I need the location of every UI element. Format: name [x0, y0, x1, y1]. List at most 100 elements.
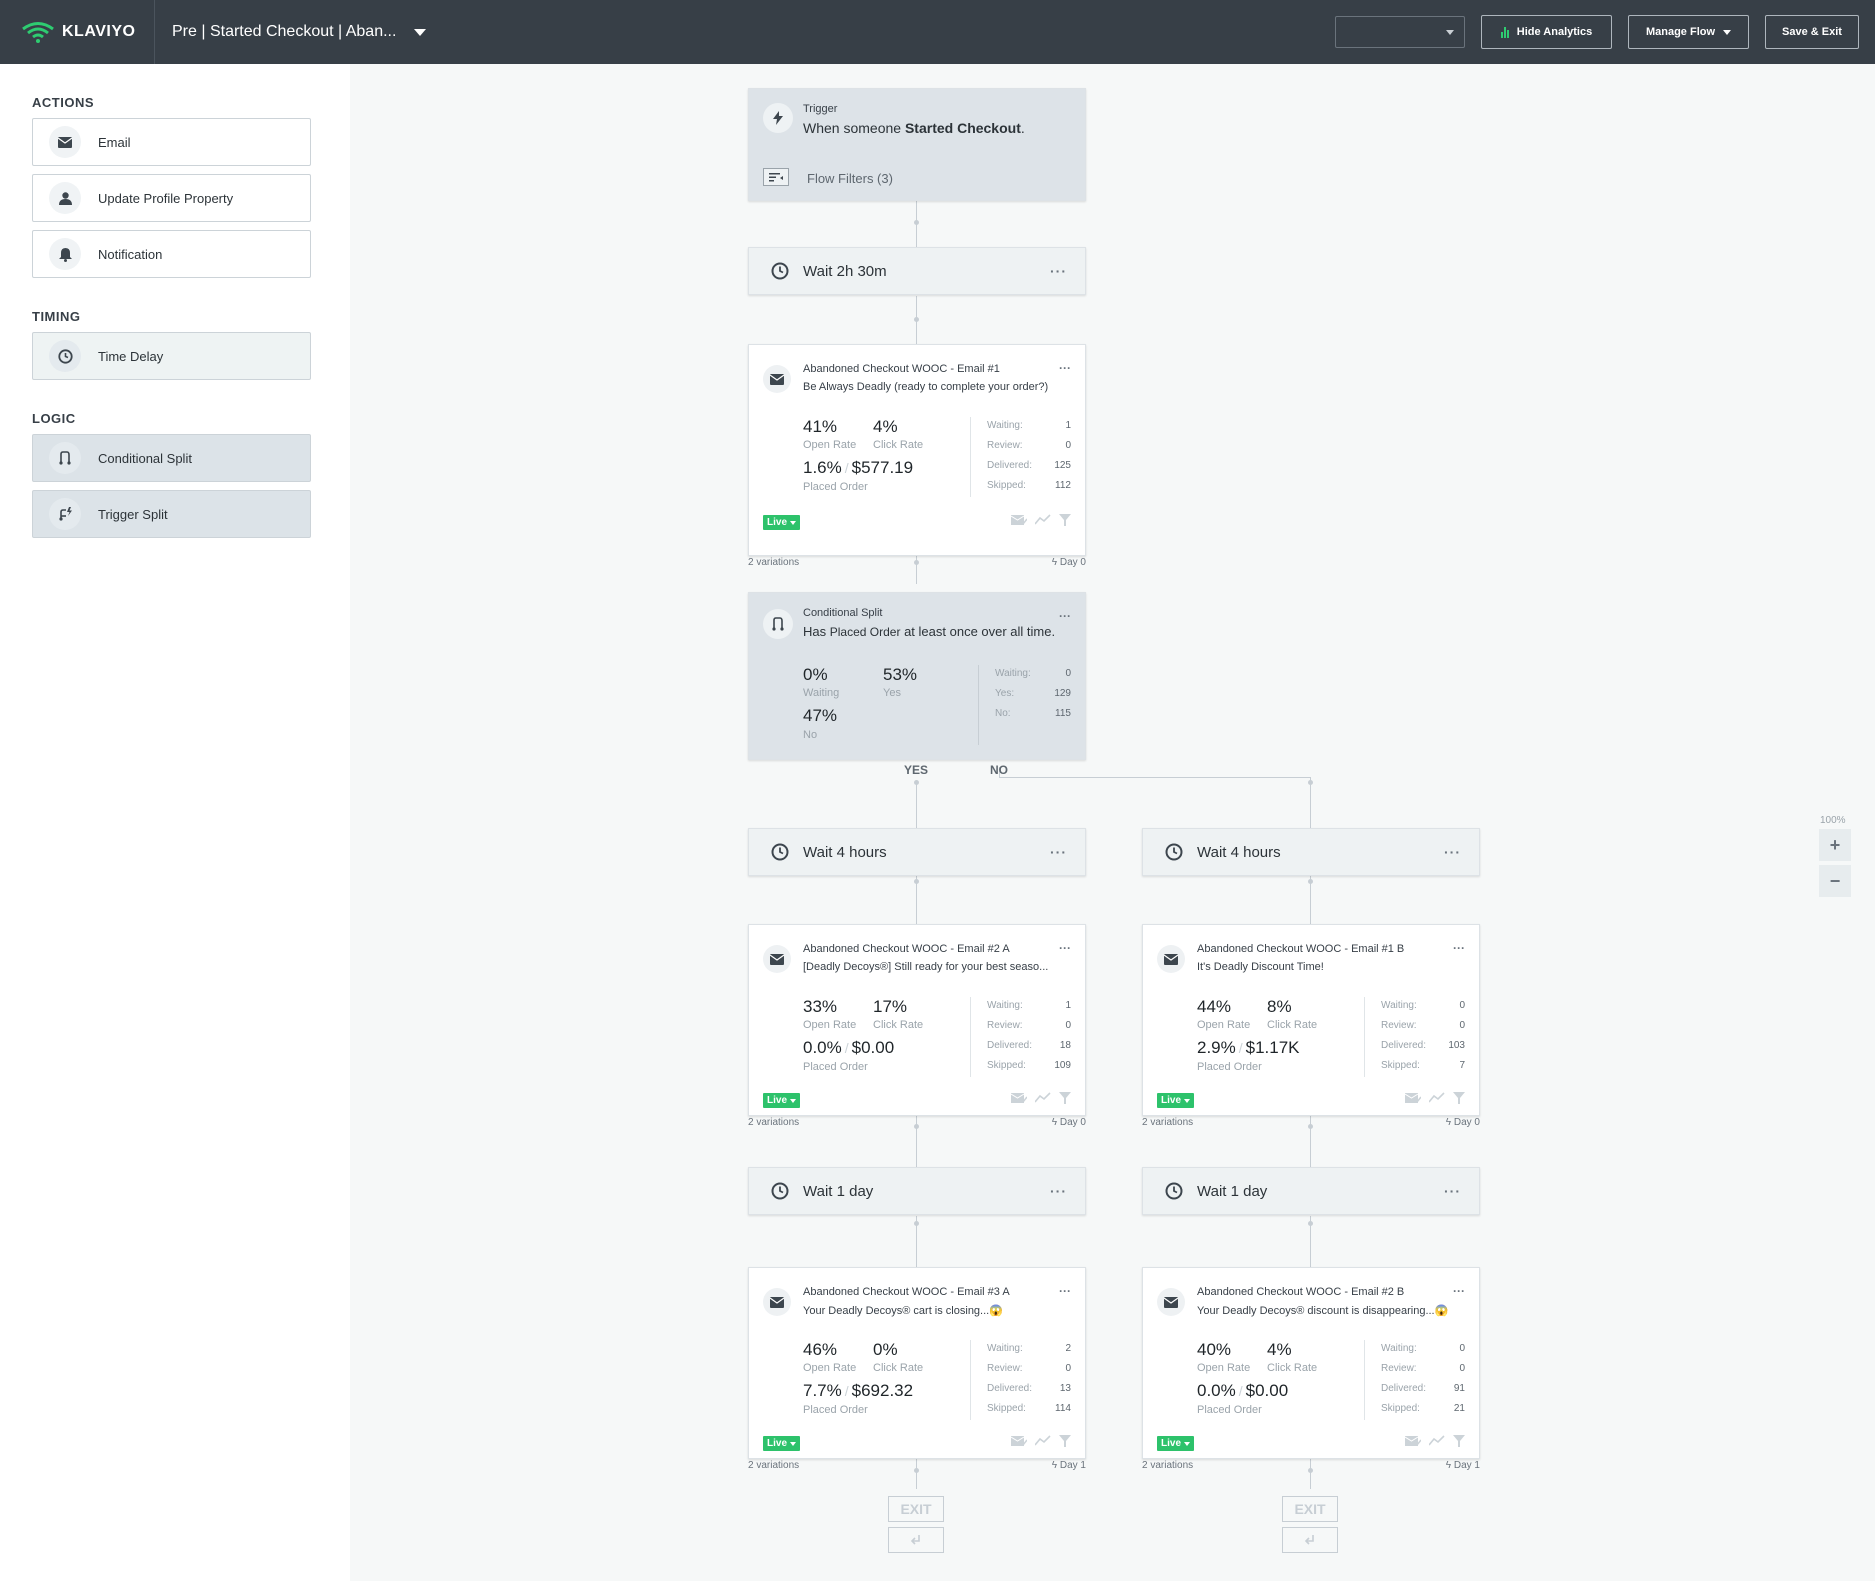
- exit-node: EXIT: [888, 1496, 944, 1522]
- waiting-value: 2: [1065, 1343, 1071, 1354]
- flow-filters-link[interactable]: Flow Filters (3): [807, 171, 893, 186]
- smart-send-icon[interactable]: [1035, 1092, 1051, 1104]
- wait-card[interactable]: Wait 1 day ···: [748, 1167, 1086, 1215]
- skipped-label: Skipped:: [987, 1060, 1026, 1071]
- sidebar-item-conditional-split[interactable]: Conditional Split: [32, 434, 311, 482]
- email-card[interactable]: Abandoned Checkout WOOC - Email #2 B You…: [1142, 1267, 1480, 1459]
- flow-name-dropdown[interactable]: Pre | Started Checkout | Aban...: [155, 0, 427, 64]
- delivered-value: 13: [1059, 1383, 1071, 1394]
- placed-order-value: $0.00: [851, 1038, 895, 1057]
- filter-funnel-icon[interactable]: [1059, 1092, 1071, 1104]
- click-rate-value: 8%: [1267, 997, 1292, 1016]
- toolbar-select[interactable]: [1335, 16, 1465, 48]
- more-options-icon[interactable]: ···: [1059, 1284, 1071, 1298]
- email-card[interactable]: Abandoned Checkout WOOC - Email #1 B It'…: [1142, 924, 1480, 1116]
- divider: [970, 417, 971, 497]
- sidebar-item-notification[interactable]: Notification: [32, 230, 311, 278]
- yes-word: Yes: [883, 687, 901, 699]
- more-options-icon[interactable]: ···: [1444, 1183, 1461, 1199]
- placed-order-rate: 7.7%: [803, 1381, 842, 1400]
- exit-return-icon[interactable]: [1282, 1527, 1338, 1553]
- more-options-icon[interactable]: ···: [1059, 609, 1071, 623]
- live-status-dropdown[interactable]: Live: [763, 515, 801, 530]
- review-value: 0: [1065, 1020, 1071, 1031]
- email-preview-icon[interactable]: [1011, 1092, 1027, 1104]
- email-preview-icon[interactable]: [1011, 1435, 1027, 1447]
- day-value: Day 0: [1059, 557, 1086, 568]
- placed-order-metric: 0.0% / $0.00: [803, 1038, 894, 1058]
- sidebar-item-label: Notification: [98, 246, 163, 262]
- filter-funnel-icon[interactable]: [1059, 514, 1071, 526]
- connector-dot: [914, 1468, 919, 1473]
- card-tools: [1011, 514, 1071, 526]
- more-options-icon[interactable]: ···: [1050, 263, 1067, 279]
- flow-canvas[interactable]: Trigger When someone Started Checkout. F…: [350, 64, 1875, 1581]
- email-card[interactable]: Abandoned Checkout WOOC - Email #2 A [De…: [748, 924, 1086, 1116]
- email-name: Abandoned Checkout WOOC - Email #1: [803, 363, 1000, 375]
- klaviyo-logo[interactable]: KLAVIYO: [0, 0, 155, 64]
- click-rate-label: Click Rate: [1267, 1362, 1318, 1374]
- sidebar-item-trigger-split[interactable]: Trigger Split: [32, 490, 311, 538]
- more-options-icon[interactable]: ···: [1050, 1183, 1067, 1199]
- exit-return-icon[interactable]: [888, 1527, 944, 1553]
- zoom-in-button[interactable]: +: [1819, 829, 1851, 861]
- smart-send-icon[interactable]: [1035, 514, 1051, 526]
- no-label: No:: [995, 708, 1011, 719]
- more-options-icon[interactable]: ···: [1453, 941, 1465, 955]
- clock-icon: [1165, 1182, 1183, 1200]
- clock-icon: [771, 843, 789, 861]
- email-card[interactable]: Abandoned Checkout WOOC - Email #3 A You…: [748, 1267, 1086, 1459]
- smart-send-icon[interactable]: [1429, 1435, 1445, 1447]
- click-rate-value: 4%: [1267, 1340, 1292, 1359]
- wait-label: Wait 2h 30m: [803, 262, 887, 280]
- wait-card[interactable]: Wait 1 day ···: [1142, 1167, 1480, 1215]
- bolt-icon: ϟ: [1445, 1117, 1454, 1128]
- placed-order-value: $0.00: [1245, 1381, 1289, 1400]
- live-status-dropdown[interactable]: Live: [763, 1436, 801, 1451]
- wait-card[interactable]: Wait 2h 30m ···: [748, 247, 1086, 295]
- connector-dot: [914, 220, 919, 225]
- email-preview-icon[interactable]: [1405, 1092, 1421, 1104]
- filter-funnel-icon[interactable]: [1059, 1435, 1071, 1447]
- filter-funnel-icon[interactable]: [1453, 1092, 1465, 1104]
- email-card[interactable]: Abandoned Checkout WOOC - Email #1 Be Al…: [748, 344, 1086, 556]
- manage-flow-button[interactable]: Manage Flow: [1628, 15, 1749, 49]
- email-preview-icon[interactable]: [1405, 1435, 1421, 1447]
- skipped-value: 7: [1459, 1060, 1465, 1071]
- zoom-out-button[interactable]: −: [1819, 865, 1851, 897]
- more-options-icon[interactable]: ···: [1050, 844, 1067, 860]
- more-options-icon[interactable]: ···: [1444, 844, 1461, 860]
- delivered-value: 103: [1448, 1040, 1465, 1051]
- sidebar-item-time-delay[interactable]: Time Delay: [32, 332, 311, 380]
- wait-card[interactable]: Wait 4 hours ···: [1142, 828, 1480, 876]
- hide-analytics-button[interactable]: Hide Analytics: [1481, 15, 1612, 49]
- more-options-icon[interactable]: ···: [1453, 1284, 1465, 1298]
- more-options-icon[interactable]: ···: [1059, 941, 1071, 955]
- email-subject: [Deadly Decoys®] Still ready for your be…: [803, 961, 1049, 973]
- smart-send-icon[interactable]: [1429, 1092, 1445, 1104]
- click-rate-label: Click Rate: [873, 1019, 924, 1031]
- live-status-dropdown[interactable]: Live: [1157, 1436, 1195, 1451]
- conditional-split-card[interactable]: Conditional Split Has Placed Order at le…: [748, 592, 1086, 760]
- open-rate-value: 46%: [803, 1340, 838, 1359]
- sidebar-item-email[interactable]: Email: [32, 118, 311, 166]
- slash-divider: /: [844, 460, 849, 476]
- filter-funnel-icon[interactable]: [1453, 1435, 1465, 1447]
- wait-card[interactable]: Wait 4 hours ···: [748, 828, 1086, 876]
- logic-section-title: LOGIC: [32, 411, 76, 426]
- live-status-dropdown[interactable]: Live: [763, 1093, 801, 1108]
- sidebar: ACTIONS Email Update Profile Property No…: [0, 64, 350, 1581]
- save-exit-label: Save & Exit: [1782, 26, 1842, 38]
- live-status-dropdown[interactable]: Live: [1157, 1093, 1195, 1108]
- save-exit-button[interactable]: Save & Exit: [1765, 15, 1859, 49]
- delivered-label: Delivered:: [987, 1040, 1033, 1051]
- smart-send-icon[interactable]: [1035, 1435, 1051, 1447]
- trigger-card[interactable]: Trigger When someone Started Checkout. F…: [748, 88, 1086, 201]
- yes-pct: 53%: [883, 665, 918, 684]
- email-preview-icon[interactable]: [1011, 514, 1027, 526]
- waiting-value: 1: [1065, 420, 1071, 431]
- wait-label: Wait 4 hours: [803, 843, 887, 861]
- sidebar-item-update-profile-property[interactable]: Update Profile Property: [32, 174, 311, 222]
- placed-order-metric: 1.6% / $577.19: [803, 458, 913, 478]
- more-options-icon[interactable]: ···: [1059, 361, 1071, 375]
